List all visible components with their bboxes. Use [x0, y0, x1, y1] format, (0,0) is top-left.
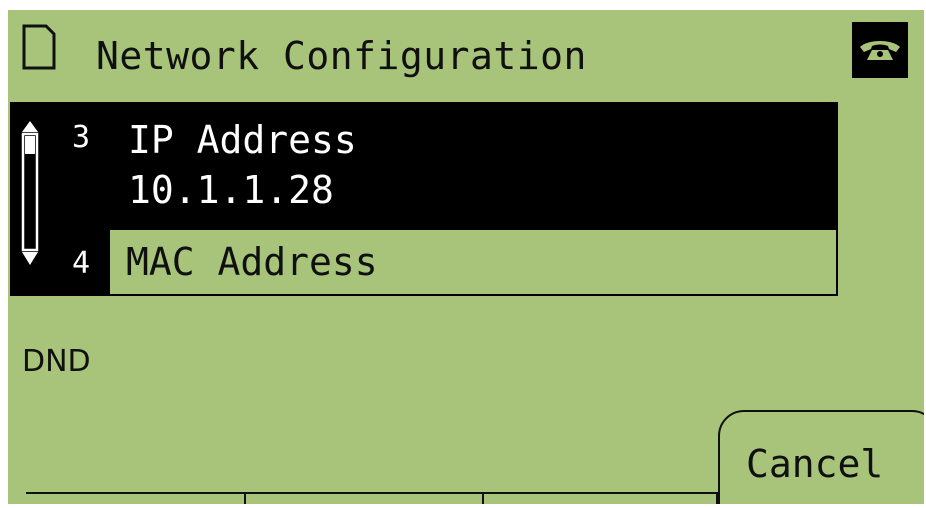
menu-item-label: MAC Address: [126, 240, 378, 284]
menu-item-ip-address[interactable]: IP Address: [128, 116, 357, 164]
ip-address-value: 10.1.1.28: [128, 168, 334, 212]
menu-item-number: 4: [72, 246, 91, 281]
phone-handset-icon: [852, 22, 908, 78]
document-icon: [22, 24, 56, 70]
softkey-divider: [482, 494, 484, 504]
phone-lcd-screen: Network Configuration 3 IP Address 10.1.…: [8, 10, 924, 504]
page-title: Network Configuration: [96, 34, 587, 78]
scrollbar[interactable]: [20, 120, 40, 266]
softkey-divider: [244, 494, 246, 504]
cancel-button[interactable]: Cancel: [718, 410, 924, 504]
cancel-label: Cancel: [746, 442, 884, 486]
menu-list: 3 IP Address 10.1.1.28 4 MAC Address: [10, 102, 838, 296]
menu-item-number: 3: [72, 120, 91, 155]
menu-item-mac-address[interactable]: MAC Address: [110, 230, 836, 294]
dnd-status: DND: [22, 344, 91, 379]
softkey-bar: [26, 492, 718, 494]
